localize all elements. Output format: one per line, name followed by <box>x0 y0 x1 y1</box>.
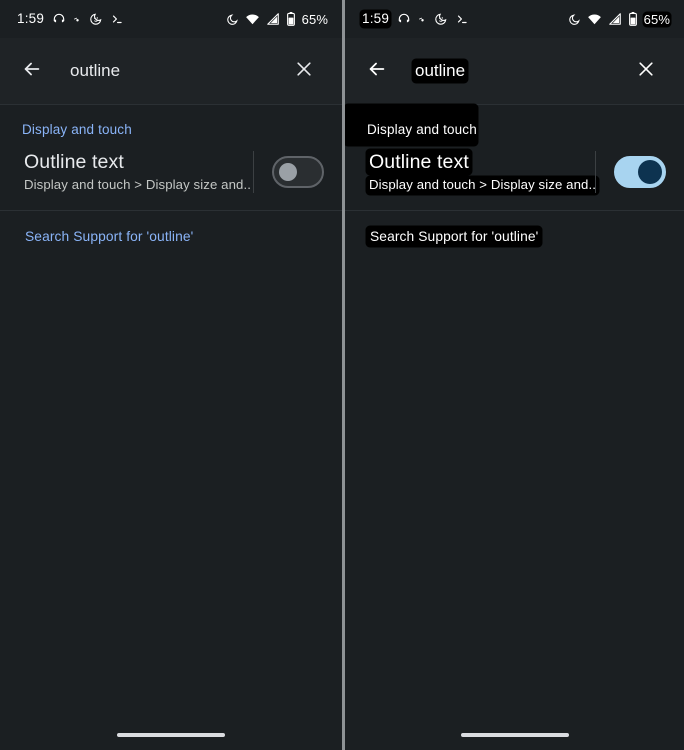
battery-icon <box>628 12 638 26</box>
result-item-title: Outline text <box>367 150 471 175</box>
close-icon <box>636 59 656 84</box>
result-item-texts: Outline text Display and touch > Display… <box>367 150 599 194</box>
dual-screenshot-comparison: 1:59 65% outline Display and touch Outli… <box>0 0 684 750</box>
section-header-display-and-touch: Display and touch <box>22 122 132 137</box>
bedtime-mode-icon <box>89 12 103 26</box>
status-bar: 1:59 65% <box>0 0 342 38</box>
status-clock: 1:59 <box>17 11 45 27</box>
search-header: outline <box>0 38 342 104</box>
result-item-breadcrumb: Display and touch > Display size and.. <box>24 177 252 193</box>
headphones-icon <box>397 12 411 26</box>
status-bar-left: 1:59 <box>16 11 124 27</box>
search-results: Display and touch Outline text Display a… <box>0 105 342 246</box>
back-button[interactable] <box>355 49 399 93</box>
result-item-breadcrumb: Display and touch > Display size and.. <box>367 177 599 194</box>
support-link-row: Search Support for 'outline' <box>0 211 342 246</box>
toggle-separator <box>595 150 596 193</box>
battery-percentage: 65% <box>643 11 670 27</box>
phone-screen-after: 1:59 65% outline Display and touch Outli… <box>345 0 684 750</box>
result-item-outline-text[interactable]: Outline text Display and touch > Display… <box>0 145 342 210</box>
status-bar-right: 65% <box>568 12 670 27</box>
clear-search-button[interactable] <box>624 49 668 93</box>
terminal-icon <box>110 12 124 26</box>
arrow-back-icon <box>366 58 388 85</box>
status-bar-right: 65% <box>226 12 328 27</box>
outline-text-toggle[interactable] <box>272 155 324 188</box>
cellular-signal-icon <box>608 12 622 26</box>
search-support-link[interactable]: Search Support for 'outline' <box>22 227 196 246</box>
do-not-disturb-icon <box>226 13 239 26</box>
result-item-title: Outline text <box>24 151 124 173</box>
status-bar-left: 1:59 <box>361 11 469 27</box>
status-bar: 1:59 65% <box>345 0 684 38</box>
headphones-icon <box>52 12 66 26</box>
search-support-link[interactable]: Search Support for 'outline' <box>367 226 542 246</box>
outline-text-toggle[interactable] <box>614 155 666 188</box>
status-clock: 1:59 <box>361 11 391 27</box>
toggle-thumb <box>279 162 297 181</box>
dot-icon <box>73 15 82 24</box>
gesture-home-bar[interactable] <box>117 733 225 737</box>
terminal-icon <box>455 12 469 26</box>
search-input[interactable]: outline <box>68 60 282 82</box>
back-button[interactable] <box>10 49 54 93</box>
arrow-back-icon <box>21 58 43 85</box>
result-section: Display and touch <box>345 105 684 145</box>
search-input[interactable]: outline <box>413 59 468 83</box>
support-link-row: Search Support for 'outline' <box>345 211 684 246</box>
clear-search-button[interactable] <box>282 49 326 93</box>
close-icon <box>294 59 314 84</box>
toggle-separator <box>253 150 254 193</box>
dot-icon <box>418 15 427 24</box>
search-header: outline <box>345 38 684 104</box>
result-item-texts: Outline text Display and touch > Display… <box>22 150 251 194</box>
phone-screen-before: 1:59 65% outline Display and touch Outli… <box>0 0 342 750</box>
wifi-icon <box>245 12 260 27</box>
result-item-outline-text[interactable]: Outline text Display and touch > Display… <box>345 145 684 210</box>
result-section: Display and touch <box>0 105 342 145</box>
section-header-display-and-touch: Display and touch <box>345 105 477 145</box>
cellular-signal-icon <box>266 12 280 26</box>
battery-icon <box>286 12 296 26</box>
toggle-thumb <box>638 159 662 184</box>
battery-percentage: 65% <box>301 11 328 27</box>
search-results: Display and touch Outline text Display a… <box>345 105 684 246</box>
gesture-home-bar[interactable] <box>460 733 569 737</box>
wifi-icon <box>587 12 602 27</box>
do-not-disturb-icon <box>568 13 581 26</box>
bedtime-mode-icon <box>434 12 448 26</box>
